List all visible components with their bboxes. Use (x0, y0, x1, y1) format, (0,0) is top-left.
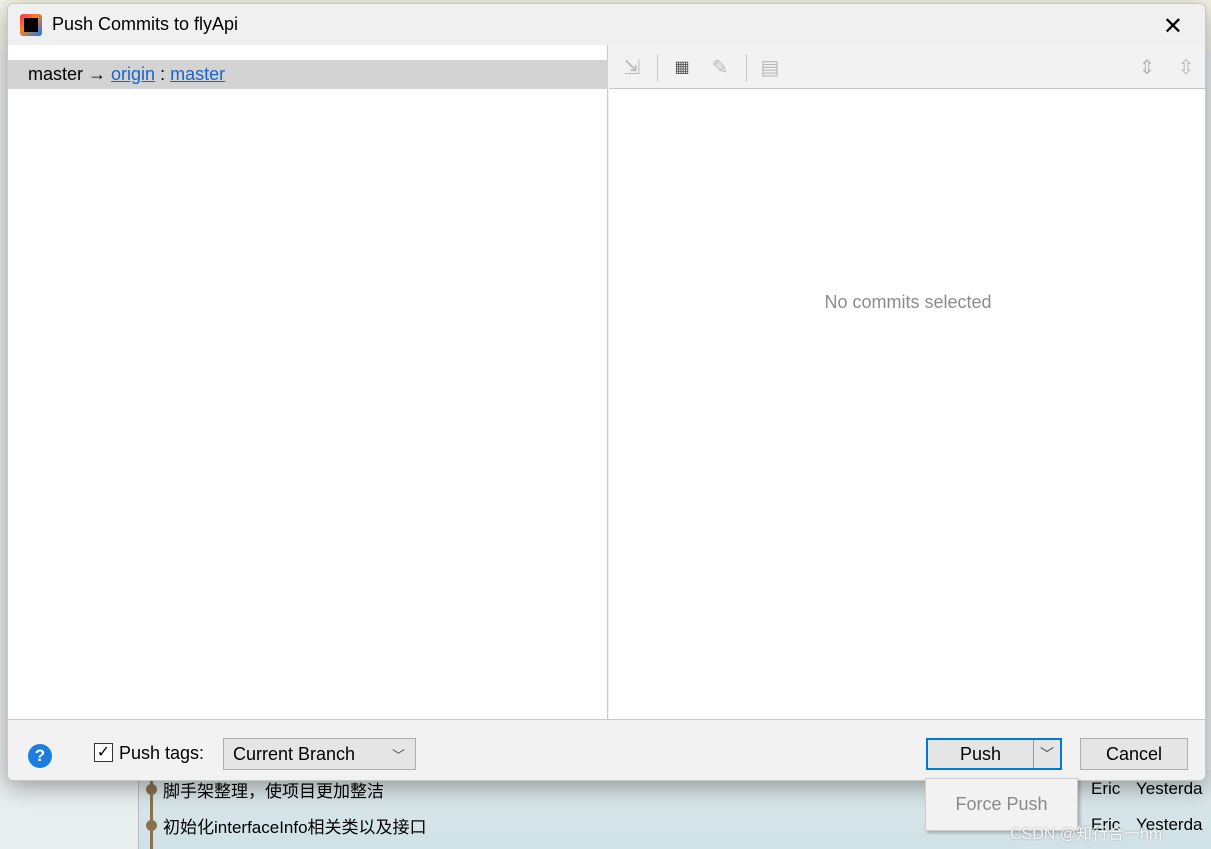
expand-all-icon[interactable]: ⇕ (1135, 55, 1159, 79)
chevron-down-icon[interactable]: ﹀ (1034, 740, 1060, 768)
dialog-footer: ? ✓ Push tags: Current Branch ﹀ Push ﹀ Ca… (8, 719, 1205, 780)
arrow-icon: → (88, 64, 107, 84)
push-main[interactable]: Push (928, 740, 1034, 768)
commit-date: Yesterda (1136, 779, 1203, 798)
remote-link[interactable]: origin (111, 64, 155, 85)
push-dialog: Push Commits to flyApi ✕ master → origin… (7, 3, 1206, 781)
separator: : (160, 64, 166, 84)
collapse-arrows-icon[interactable]: ⇲ (620, 55, 644, 79)
cancel-button[interactable]: Cancel (1080, 738, 1188, 770)
log-row: 初始化interfaceInfo相关类以及接口 (146, 813, 427, 837)
commits-tree: master → origin : master (8, 45, 608, 719)
title-bar: Push Commits to flyApi ✕ (8, 4, 1205, 45)
tags-select-value: Current Branch (233, 743, 356, 764)
branch-row[interactable]: master → origin : master (8, 60, 608, 89)
details-toolbar: ⇲ ▦ ✎ ▤ ⇕ ⇳ (609, 45, 1205, 89)
close-icon[interactable]: ✕ (1163, 12, 1183, 41)
tags-select[interactable]: Current Branch ﹀ (223, 738, 416, 770)
divider (746, 54, 747, 82)
empty-state: No commits selected (824, 292, 992, 312)
commit-dot (146, 819, 157, 831)
chevron-down-icon: ﹀ (391, 747, 405, 763)
push-tags-checkbox[interactable]: ✓ (94, 743, 113, 762)
commit-details: ⇲ ▦ ✎ ▤ ⇕ ⇳ No commits selected (609, 45, 1205, 719)
remote-branch-link[interactable]: master (170, 64, 225, 85)
collapse-all-icon[interactable]: ⇳ (1174, 55, 1198, 79)
push-tags-label: Push tags: (119, 743, 205, 763)
watermark: CSDN @知行合一hm (1010, 826, 1163, 843)
group-by-icon[interactable]: ▦ (670, 55, 694, 79)
local-branch: master (28, 64, 84, 84)
preview-icon[interactable]: ▤ (758, 55, 782, 79)
dialog-title: Push Commits to flyApi (52, 14, 239, 34)
commit-message: 初始化interfaceInfo相关类以及接口 (163, 817, 427, 837)
commit-author: Eric (1091, 779, 1121, 798)
divider (657, 54, 658, 82)
help-icon[interactable]: ? (28, 744, 52, 768)
commit-dot (146, 783, 157, 795)
edit-icon[interactable]: ✎ (708, 55, 732, 79)
push-button[interactable]: Push ﹀ (926, 738, 1062, 770)
intellij-icon (20, 13, 42, 36)
